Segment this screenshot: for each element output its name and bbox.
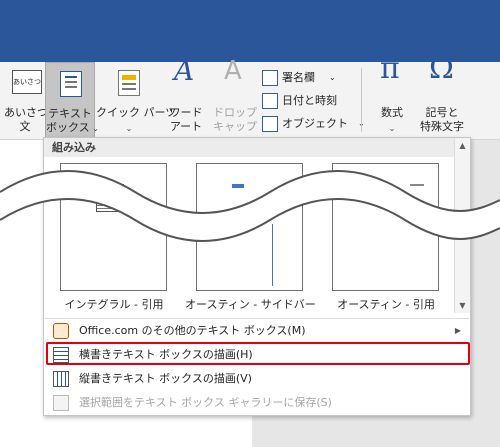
wordart-icon: A bbox=[174, 54, 195, 87]
gallery-label-integral-quote: インテグラル - 引用 bbox=[64, 298, 164, 311]
quickparts-button[interactable]: クイック パーツ ⌄ bbox=[96, 62, 177, 138]
pi-icon: π bbox=[380, 51, 400, 86]
greeting-label: あいさつ 文 bbox=[4, 106, 48, 133]
vertical-textbox-icon bbox=[53, 371, 69, 387]
textbox-icon bbox=[60, 71, 82, 97]
signature-button[interactable]: 署名欄 ⌄ bbox=[262, 68, 336, 88]
chevron-down-icon: ⌄ bbox=[388, 124, 396, 133]
gallery-label-austin-quote: オースティン - 引用 bbox=[337, 298, 435, 311]
symbol-label: 記号と 特殊文字 bbox=[420, 106, 464, 133]
chevron-down-icon: ⌄ bbox=[329, 73, 336, 82]
scroll-up-icon[interactable]: ▲ bbox=[458, 141, 467, 150]
highlight-box bbox=[46, 342, 470, 365]
title-bar bbox=[0, 0, 500, 62]
group-separator bbox=[361, 68, 362, 132]
symbol-button[interactable]: Ω 記号と 特殊文字 bbox=[414, 51, 470, 138]
textbox-label: テキスト ボックス ⌄ bbox=[46, 107, 99, 134]
greeting-button[interactable]: あいさつ あいさつ 文 bbox=[4, 62, 48, 138]
dropcap-icon: A bbox=[224, 56, 242, 86]
equation-button[interactable]: π 数式 ⌄ bbox=[372, 51, 412, 138]
scroll-down-icon[interactable]: ▼ bbox=[458, 301, 467, 310]
menu-item-draw-vertical-textbox[interactable]: 縦書きテキスト ボックスの描画(V) bbox=[45, 367, 469, 391]
cut-wave-band bbox=[0, 170, 500, 242]
calendar-icon bbox=[262, 93, 278, 109]
object-button[interactable]: オブジェクト ⌄ bbox=[262, 114, 365, 134]
gallery-menu: Office.com のその他のテキスト ボックス(M) ▶ 横書きテキスト ボ… bbox=[45, 318, 469, 415]
submenu-arrow-icon: ▶ bbox=[454, 326, 461, 335]
signature-icon bbox=[262, 70, 278, 86]
textbox-button[interactable]: テキスト ボックス ⌄ bbox=[45, 62, 99, 138]
dropcap-button[interactable]: A ドロップ キャップ bbox=[210, 56, 260, 138]
chevron-down-icon: ⌄ bbox=[125, 124, 133, 133]
gallery-label-austin-sidebar: オースティン - サイドバー bbox=[185, 298, 316, 311]
equation-label: 数式 bbox=[381, 106, 403, 119]
quickparts-label: クイック パーツ bbox=[96, 106, 177, 119]
omega-icon: Ω bbox=[429, 51, 454, 86]
datetime-button[interactable]: 日付と時刻 bbox=[262, 91, 337, 111]
gallery-header: 組み込み bbox=[44, 138, 454, 157]
menu-item-more-textboxes[interactable]: Office.com のその他のテキスト ボックス(M) ▶ bbox=[45, 319, 469, 343]
greeting-icon: あいさつ bbox=[12, 70, 42, 94]
wordart-label: ワード アート bbox=[169, 106, 203, 133]
save-selection-icon bbox=[53, 395, 69, 411]
wordart-button[interactable]: A ワード アート bbox=[162, 54, 210, 138]
office-icon bbox=[53, 323, 69, 339]
object-icon bbox=[262, 116, 278, 132]
dropcap-label: ドロップ キャップ bbox=[213, 106, 257, 133]
menu-item-save-selection[interactable]: 選択範囲をテキスト ボックス ギャラリーに保存(S) bbox=[45, 391, 469, 415]
quickparts-icon bbox=[118, 70, 140, 96]
